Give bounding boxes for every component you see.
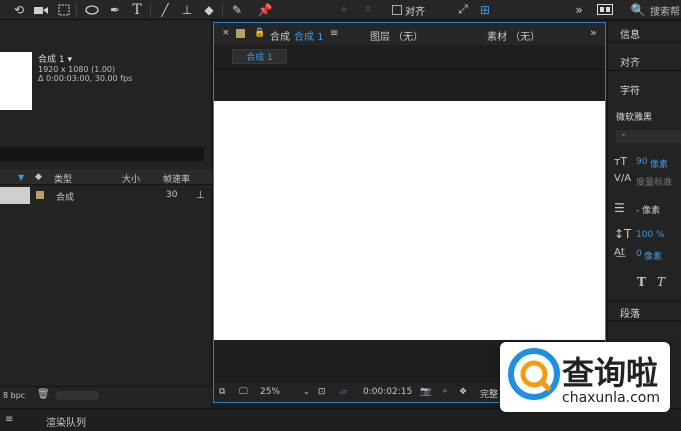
column-type[interactable]: 类型 (54, 172, 72, 185)
tab-layer[interactable]: 图层 （无） (370, 28, 423, 43)
camera-icon[interactable] (32, 1, 50, 18)
brush-icon[interactable]: ╱ (156, 1, 174, 18)
color-channel-icon[interactable]: ❖ (459, 387, 467, 397)
list-item[interactable]: 合成 30 ⊥ (0, 187, 212, 204)
workspace-icon[interactable] (596, 1, 614, 18)
label-tag-icon: ◆ (35, 172, 42, 182)
puppet-pin-icon[interactable]: 📌 (256, 1, 274, 18)
font-style-select[interactable]: - (616, 130, 681, 143)
timecode[interactable]: 0:00:02:15 (363, 387, 412, 397)
font-size-value[interactable]: 90 (636, 157, 647, 167)
tab-footage[interactable]: 素材 （无） (487, 28, 540, 43)
type-icon[interactable]: T (128, 1, 146, 18)
column-size[interactable]: 大小 (122, 172, 140, 185)
panel-paragraph[interactable]: 段落 (608, 300, 681, 321)
tab-menu-icon[interactable]: ≡ (330, 28, 338, 39)
tab-comp-name[interactable]: 合成 1 (294, 28, 324, 43)
project-search-input[interactable] (0, 147, 204, 161)
panel-align[interactable]: 对齐 (608, 50, 681, 71)
expand-icon[interactable]: » (590, 26, 597, 39)
leading-value[interactable]: - 像素 (636, 203, 660, 216)
project-column-header: ▼ ◆ 类型 大小 帧速率 (0, 170, 212, 185)
rotate-icon[interactable]: ⟲ (10, 1, 28, 18)
comp-name[interactable]: 合成 1 ▾ (38, 52, 132, 65)
flowchart-icon[interactable]: ⊥ (196, 190, 205, 201)
composition-canvas[interactable] (214, 101, 605, 340)
panel-info[interactable]: 信息 (608, 22, 681, 43)
tab-comp-prefix[interactable]: 合成 (270, 28, 290, 43)
roto-brush-icon[interactable]: ✎ (228, 1, 246, 18)
row-framerate: 30 (166, 190, 178, 200)
comp-duration: Δ 0:00:03:00, 30.00 fps (38, 74, 133, 83)
viewer-subtab[interactable]: 合成 1 (232, 49, 287, 64)
comp-thumbnail (0, 52, 32, 110)
quality-value[interactable]: 完整 (480, 387, 498, 400)
comp-color-swatch (236, 29, 245, 38)
close-icon[interactable]: × (222, 28, 230, 38)
baseline-shift-icon: A͟t (614, 247, 625, 258)
ellipse-icon[interactable] (83, 1, 101, 18)
sort-arrow-icon[interactable]: ▼ (18, 173, 24, 182)
zoom-value[interactable]: 25% (260, 387, 280, 397)
font-size-icon: ᴛT (614, 155, 628, 168)
lock-icon[interactable]: 🔒 (254, 28, 265, 38)
viewer-tabs: × 🔒 合成 合成 1 ≡ 图层 （无） 素材 （无） » (214, 23, 605, 45)
column-framerate[interactable]: 帧速率 (163, 172, 190, 185)
trash-icon[interactable]: 🗑 (37, 389, 50, 400)
leading-icon: ☰ (614, 201, 625, 215)
baseline-unit: 像素 (644, 252, 663, 262)
region-icon[interactable]: ⧉ (219, 387, 225, 397)
chevron-down-icon[interactable]: ⌄ (303, 387, 310, 396)
project-footer: 8 bpc 🗑 (0, 386, 212, 404)
watermark-brand: 查询啦 (562, 354, 659, 392)
faux-bold-icon[interactable]: T (637, 275, 646, 289)
vertical-scale-icon: ↕T (614, 227, 632, 241)
row-type: 合成 (56, 193, 75, 203)
font-family-select[interactable]: 微软雅黑 (616, 110, 652, 123)
search-icon[interactable]: 🔍 (631, 1, 646, 18)
pen-icon[interactable]: ✒ (106, 1, 124, 18)
toolbar-divider (150, 3, 151, 17)
snapshot-icon[interactable]: 📷 (420, 387, 431, 397)
comp-resolution: 1920 x 1080 (1.00) (38, 65, 116, 74)
panel-character[interactable]: 字符 (608, 78, 681, 99)
row-selection (0, 187, 30, 204)
divider (214, 68, 605, 69)
mask-icon[interactable]: ▱ (340, 387, 347, 397)
render-queue-tab[interactable]: 渲染队列 (46, 414, 86, 429)
toolbar: ⟲ ✒ T ╱ ⊥ ◆ ✎ 📌 ⌖ ⌗ 对齐 ⤢ ⊞ » 🔍 搜索帮 (0, 0, 681, 20)
bpc-label[interactable]: 8 bpc (3, 391, 25, 400)
expand-icon[interactable]: » (572, 1, 586, 18)
comp-info: 合成 1 ▾ 1920 x 1080 (1.00) Δ 0:00:03:00, … (38, 52, 132, 83)
axis-icon: ⌗ (364, 2, 372, 16)
stamp-icon[interactable]: ⊥ (178, 1, 196, 18)
font-size-unit: 像素 (650, 160, 669, 170)
axis-icon: ⌖ (340, 2, 348, 16)
watermark: 查询啦 chaxunla.com (500, 342, 670, 412)
monitor-icon[interactable]: 🖵 (239, 387, 248, 397)
snap-icon[interactable]: ⤢ (456, 1, 470, 18)
kerning-icon: V/A (614, 173, 632, 184)
kerning-value[interactable]: 度量标准 (636, 175, 672, 188)
toolbar-divider (222, 3, 223, 17)
faux-italic-icon[interactable]: T (657, 275, 665, 289)
vertical-scale-value[interactable]: 100 (636, 230, 653, 240)
grid-icon[interactable]: ⊞ (478, 1, 492, 18)
eraser-icon[interactable]: ◆ (200, 1, 218, 18)
pan-behind-icon[interactable] (55, 1, 73, 18)
label-color-swatch[interactable] (36, 191, 44, 199)
toolbar-divider (76, 3, 77, 17)
watermark-logo-icon (508, 348, 560, 400)
baseline-value[interactable]: 0 (636, 249, 642, 259)
align-checkbox[interactable] (391, 1, 403, 18)
fit-icon[interactable]: ⊡ (318, 387, 326, 397)
vertical-scale-unit: % (656, 230, 665, 240)
watermark-url: chaxunla.com (562, 390, 660, 406)
show-snapshot-icon[interactable]: ⚭ (441, 387, 449, 397)
search-help-input[interactable]: 搜索帮 (650, 3, 680, 18)
menu-icon[interactable]: ≡ (5, 414, 13, 425)
align-label: 对齐 (405, 6, 425, 18)
scrollbar[interactable] (55, 391, 99, 400)
